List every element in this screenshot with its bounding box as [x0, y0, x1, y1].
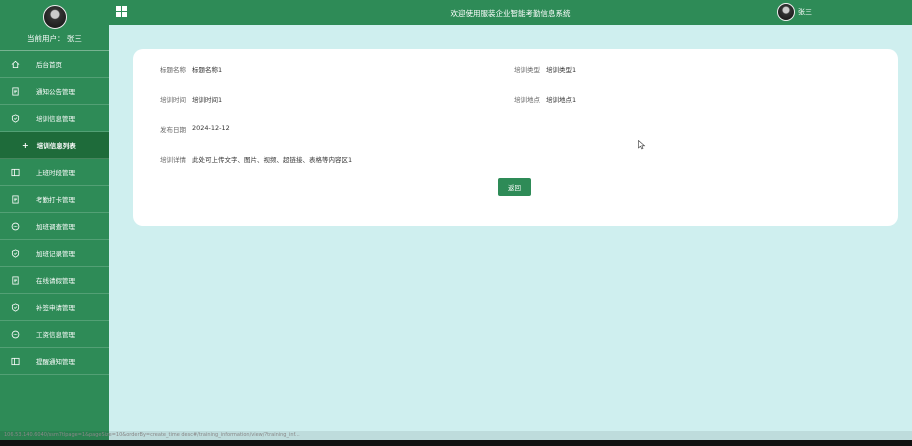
sidebar-item-label: 在线请假管理 [36, 277, 75, 285]
sidebar-item-overtime-survey[interactable]: 加班调查管理 [0, 213, 109, 240]
sidebar-item-training[interactable]: 培训信息管理 [0, 105, 109, 132]
field-value: 2024-12-12 [192, 124, 230, 132]
header-user[interactable]: 张三 [777, 3, 812, 21]
field-date: 发布日期 2024-12-12 [153, 124, 230, 134]
bottom-bar [0, 440, 912, 446]
document-icon [10, 194, 20, 204]
back-button[interactable]: 返回 [498, 178, 531, 196]
field-label: 发布日期 [160, 126, 186, 134]
sidebar-item-label: 后台首页 [36, 61, 62, 69]
sidebar-item-training-list[interactable]: + 培训信息列表 [0, 132, 109, 159]
sidebar-item-label: 补签申请管理 [36, 304, 75, 312]
sidebar-item-label: 提醒通知管理 [36, 358, 75, 366]
current-user-label: 当前用户： 张三 [27, 34, 82, 43]
sidebar-item-label: 培训信息管理 [36, 115, 75, 123]
document-icon [10, 275, 20, 285]
sidebar-item-label: 上班时段管理 [36, 169, 75, 177]
mouse-cursor-icon [638, 140, 646, 150]
sidebar-item-shift[interactable]: 上班时段管理 [0, 159, 109, 186]
field-value: 培训类型1 [546, 66, 577, 74]
sidebar-item-home[interactable]: 后台首页 [0, 51, 109, 78]
sidebar-item-attendance[interactable]: 考勤打卡管理 [0, 186, 109, 213]
detail-card: 标题名称 标题名称1 培训类型 培训类型1 培训时间 培训时间1 培训地点 培训… [133, 49, 898, 226]
sidebar-item-label: 培训信息列表 [36, 142, 76, 150]
field-content: 培训详情 此处可上传文字、图片、视频、超链接、表格等内容区1 [153, 154, 352, 164]
topbar: 欢迎使用服装企业智能考勤信息系统 张三 [109, 0, 912, 25]
user-block: 当前用户： 张三 [0, 5, 109, 51]
field-value: 培训地点1 [546, 96, 577, 104]
sidebar-item-resign[interactable]: 补签申请管理 [0, 294, 109, 321]
document-icon [10, 86, 20, 96]
shield-check-icon [10, 113, 20, 123]
header-user-name: 张三 [798, 8, 812, 16]
sidebar: 当前用户： 张三 后台首页 通知公告管理 培训信息管理 + 培训信息列表 上班时… [0, 0, 109, 446]
sidebar-item-overtime-record[interactable]: 加班记录管理 [0, 240, 109, 267]
field-label: 培训详情 [160, 156, 186, 164]
sidebar-item-notice[interactable]: 通知公告管理 [0, 78, 109, 105]
sidebar-item-salary[interactable]: 工资信息管理 [0, 321, 109, 348]
field-value: 此处可上传文字、图片、视频、超链接、表格等内容区1 [192, 156, 353, 164]
field-place: 培训地点 培训地点1 [507, 94, 576, 104]
chat-icon [10, 221, 20, 231]
columns-icon [10, 356, 20, 366]
browser-status-url: 106.53.140.6040/ssm7tlpage=1&pageSize=10… [0, 431, 912, 440]
sidebar-menu: 后台首页 通知公告管理 培训信息管理 + 培训信息列表 上班时段管理 考勤打卡管… [0, 51, 109, 375]
sidebar-item-label: 工资信息管理 [36, 331, 75, 339]
field-label: 培训类型 [514, 66, 540, 74]
sidebar-item-label: 通知公告管理 [36, 88, 75, 96]
sidebar-item-label: 加班调查管理 [36, 223, 75, 231]
sidebar-item-label: 考勤打卡管理 [36, 196, 75, 204]
avatar[interactable] [777, 3, 795, 21]
avatar[interactable] [42, 5, 67, 29]
field-time: 培训时间 培训时间1 [153, 94, 222, 104]
field-label: 培训地点 [514, 96, 540, 104]
field-value: 标题名称1 [192, 66, 223, 74]
chat-icon [10, 329, 20, 339]
home-icon [10, 59, 20, 69]
sidebar-item-label: 加班记录管理 [36, 250, 75, 258]
field-title: 标题名称 标题名称1 [153, 64, 222, 74]
sidebar-item-leave[interactable]: 在线请假管理 [0, 267, 109, 294]
plus-icon: + [22, 140, 29, 150]
field-value: 培训时间1 [192, 96, 223, 104]
columns-icon [10, 167, 20, 177]
shield-check-icon [10, 302, 20, 312]
field-type: 培训类型 培训类型1 [507, 64, 576, 74]
sidebar-item-reminder[interactable]: 提醒通知管理 [0, 348, 109, 375]
shield-check-icon [10, 248, 20, 258]
field-label: 培训时间 [160, 96, 186, 104]
field-label: 标题名称 [160, 66, 186, 74]
